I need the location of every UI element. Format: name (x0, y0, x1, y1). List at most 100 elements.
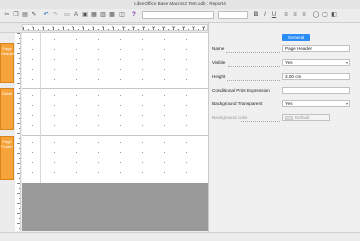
grid-dot (32, 59, 33, 60)
grid-dot (32, 125, 33, 126)
ruler-tick (198, 29, 199, 30)
grid-dot (120, 115, 121, 116)
section-page-footer[interactable]: Page Footer (0, 136, 14, 180)
image-icon[interactable]: ▦ (90, 11, 98, 19)
ruler-tick (19, 128, 20, 129)
report-canvas[interactable] (22, 33, 208, 183)
ruler-tick (17, 193, 20, 194)
font-size-combo[interactable] (218, 11, 248, 19)
ruler-tick (19, 48, 20, 49)
band-page-header[interactable] (22, 33, 208, 89)
bold-icon[interactable]: B (252, 11, 260, 19)
cut-icon[interactable]: ✂ (3, 11, 11, 19)
align-left-icon[interactable]: ≡ (282, 11, 290, 19)
ruler-tick (23, 27, 24, 30)
band-page-footer[interactable] (22, 136, 208, 183)
name-field[interactable]: Page Header (282, 45, 350, 52)
label-icon[interactable]: A (72, 11, 80, 19)
grid-dot (76, 59, 77, 60)
grid-dot (164, 59, 165, 60)
grid-dot (32, 79, 33, 80)
ruler-number: 2 (42, 25, 44, 29)
ruler-tick (188, 29, 189, 30)
background-transparent-select[interactable]: Yes ▾ (282, 100, 350, 107)
background-transparent-value: Yes (285, 101, 293, 106)
grid-dot (164, 39, 165, 40)
ruler-tick (148, 29, 149, 30)
section-page-header[interactable]: Page Header (0, 43, 14, 83)
font-name-combo[interactable] (142, 11, 214, 19)
chart-icon[interactable]: ▥ (99, 11, 107, 19)
ruler-tick (19, 108, 20, 109)
section-detail[interactable]: Detail (0, 88, 14, 130)
copy-icon[interactable]: ❐ (12, 11, 20, 19)
ruler-tick (28, 29, 29, 30)
name-dots (226, 51, 280, 53)
underline-icon[interactable]: U (270, 11, 278, 19)
undo-icon[interactable]: ↶ (42, 11, 50, 19)
vertical-ruler[interactable] (15, 33, 21, 231)
grid-dot (98, 49, 99, 50)
conditional-print-field[interactable] (282, 87, 350, 94)
align-right-icon[interactable]: ≡ (300, 11, 308, 19)
grid-dot (32, 172, 33, 173)
horizontal-ruler[interactable]: 1 2 3 4 5 6 7 8 9 10 11 12 13 14 15 16 17 18 (22, 24, 208, 31)
ruler-number: 17 (192, 25, 196, 29)
ruler-tick (48, 29, 49, 30)
grid-dot (32, 105, 33, 106)
align-center-icon[interactable]: ≡ (291, 11, 299, 19)
ruler-tick (19, 68, 20, 69)
ruler-tick (17, 63, 20, 64)
grid-dot (32, 142, 33, 143)
ruler-number: 6 (82, 25, 84, 29)
band-detail[interactable] (22, 89, 208, 136)
grid-dot (186, 95, 187, 96)
grid-dot (142, 49, 143, 50)
grid-dot (120, 59, 121, 60)
name-label: Name (212, 46, 225, 51)
ruler-tick (108, 29, 109, 30)
ruler-tick (19, 138, 20, 139)
help-icon[interactable]: ? (130, 11, 138, 19)
grid-dot (120, 79, 121, 80)
grid-dot (120, 105, 121, 106)
background-color-dots (241, 120, 280, 122)
ruler-tick (19, 158, 20, 159)
ruler-tick (19, 58, 20, 59)
ruler-tick (19, 148, 20, 149)
redo-icon[interactable]: ↷ (51, 11, 59, 19)
tab-general[interactable]: General (282, 34, 310, 41)
grid-dot (54, 95, 55, 96)
toolbar: ✂ ❐ ▤ ✎ ↶ ↷ ▭ A ▣ ▦ ▥ ▩ ◫ ? B I U ≡ ≡ ≡ … (0, 9, 360, 23)
grid-dot (98, 152, 99, 153)
ruler-tick (19, 228, 20, 229)
grid-dot (54, 172, 55, 173)
control-icon[interactable]: ▭ (63, 11, 71, 19)
object-icon[interactable]: ◧ (330, 11, 338, 19)
grid-dot (76, 125, 77, 126)
ruler-tick (17, 153, 20, 154)
grid-dot (76, 49, 77, 50)
paste-icon[interactable]: ▤ (21, 11, 29, 19)
ruler-number: 9 (112, 25, 114, 29)
select-icon[interactable]: ◫ (118, 11, 126, 19)
grid-dot (98, 69, 99, 70)
ruler-tick (88, 29, 89, 30)
italic-icon[interactable]: I (261, 11, 269, 19)
shape-icon[interactable]: ◯ (312, 11, 320, 19)
ruler-tick (19, 218, 20, 219)
ruler-tick (17, 133, 20, 134)
field-icon[interactable]: ▣ (81, 11, 89, 19)
grid-icon[interactable]: ▩ (108, 11, 116, 19)
arrange-icon[interactable]: ▢ (321, 11, 329, 19)
ruler-tick (17, 33, 20, 34)
grid-dot (54, 142, 55, 143)
grid-dot (142, 95, 143, 96)
height-label: Height (212, 74, 226, 79)
background-color-select[interactable]: Default (282, 114, 330, 121)
ruler-tick (19, 178, 20, 179)
format-paint-icon[interactable]: ✎ (30, 11, 38, 19)
height-field[interactable]: 3.00 cm (282, 73, 350, 80)
ruler-tick (19, 168, 20, 169)
visible-select[interactable]: Yes ▾ (282, 59, 350, 66)
